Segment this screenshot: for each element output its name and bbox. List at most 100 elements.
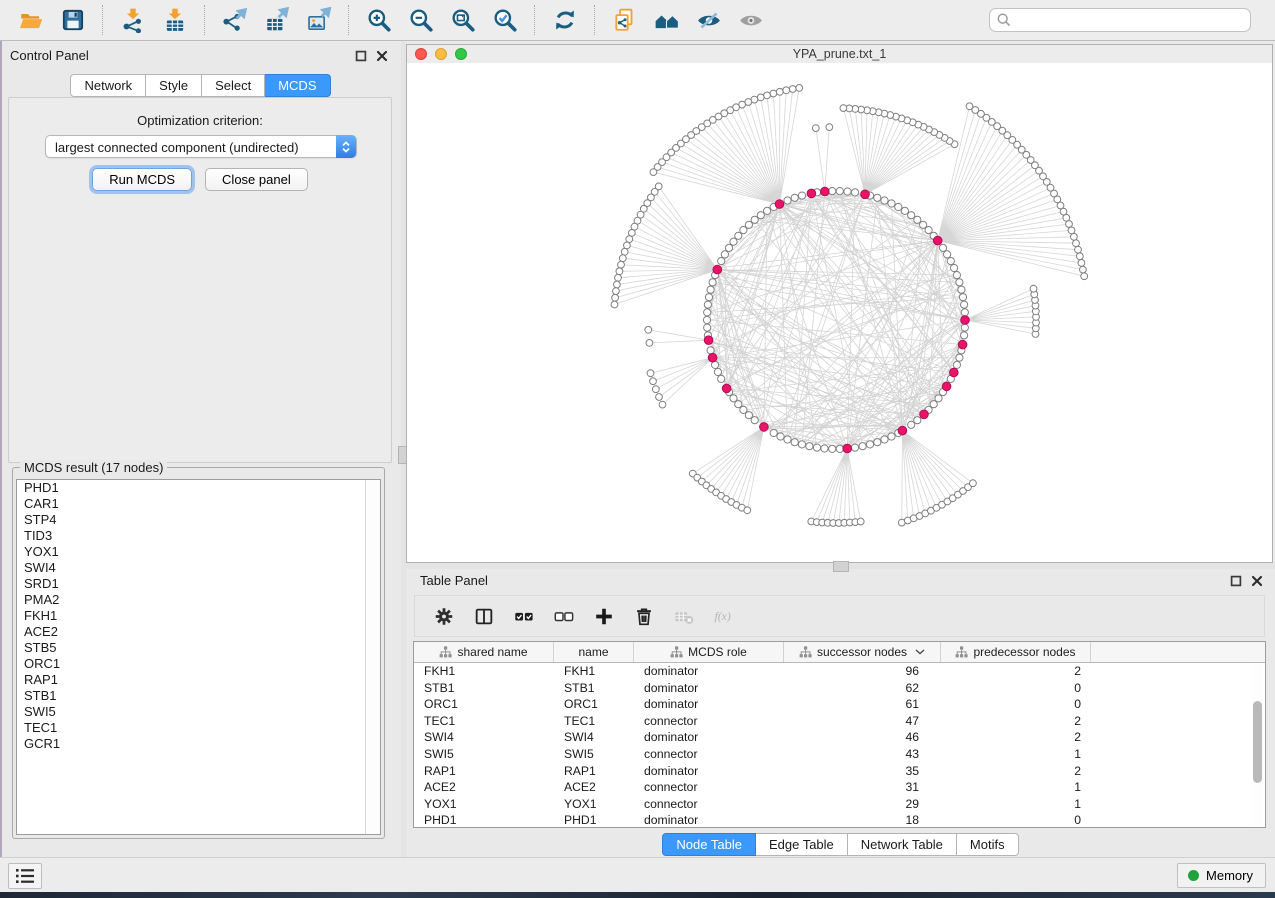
- graph-node[interactable]: [704, 324, 711, 331]
- tab-network-table[interactable]: Network Table: [848, 833, 957, 856]
- graph-node[interactable]: [829, 188, 836, 195]
- graph-node[interactable]: [618, 261, 625, 268]
- cell-successor-nodes[interactable]: 18: [784, 812, 941, 829]
- column-header-name[interactable]: name: [554, 642, 634, 662]
- cell-name[interactable]: STB1: [554, 680, 634, 697]
- graph-node[interactable]: [812, 125, 819, 132]
- graph-node[interactable]: [888, 200, 895, 207]
- graph-node[interactable]: [645, 326, 652, 333]
- graph-node[interactable]: [615, 274, 622, 281]
- table-row[interactable]: SWI5SWI5connector431: [414, 746, 1265, 763]
- graph-node[interactable]: [966, 103, 973, 110]
- graph-node[interactable]: [844, 188, 851, 195]
- graph-node[interactable]: [857, 518, 864, 525]
- graph-hub-node[interactable]: [760, 423, 769, 432]
- cell-predecessor-nodes[interactable]: 1: [941, 779, 1091, 796]
- graph-node[interactable]: [764, 207, 771, 214]
- cell-successor-nodes[interactable]: 47: [784, 713, 941, 730]
- refresh-view-button[interactable]: [545, 3, 585, 37]
- graph-node[interactable]: [1081, 273, 1088, 280]
- graph-hub-node[interactable]: [713, 265, 722, 274]
- cell-shared-name[interactable]: ACE2: [414, 779, 554, 796]
- graph-node[interactable]: [953, 272, 960, 279]
- graph-hub-node[interactable]: [898, 426, 907, 435]
- cell-name[interactable]: ORC1: [554, 696, 634, 713]
- graph-node[interactable]: [895, 203, 902, 210]
- table-row[interactable]: STB1STB1dominator620: [414, 680, 1265, 697]
- graph-node[interactable]: [944, 251, 951, 258]
- result-node[interactable]: SWI5: [17, 704, 380, 720]
- graph-hub-node[interactable]: [933, 236, 942, 245]
- graph-hub-node[interactable]: [807, 189, 816, 198]
- graph-hub-node[interactable]: [704, 336, 713, 345]
- export-network-button[interactable]: [215, 3, 255, 37]
- tab-select[interactable]: Select: [202, 74, 265, 97]
- graph-node[interactable]: [770, 429, 777, 436]
- table-row[interactable]: ORC1ORC1dominator610: [414, 696, 1265, 713]
- graph-node[interactable]: [718, 258, 725, 265]
- result-node[interactable]: ORC1: [17, 656, 380, 672]
- cell-predecessor-nodes[interactable]: 2: [941, 713, 1091, 730]
- cell-predecessor-nodes[interactable]: 0: [941, 696, 1091, 713]
- zoom-out-button[interactable]: [401, 3, 441, 37]
- graph-node[interactable]: [777, 433, 784, 440]
- graph-node[interactable]: [1068, 227, 1075, 234]
- graph-node[interactable]: [920, 221, 927, 228]
- graph-node[interactable]: [836, 445, 843, 452]
- zoom-selected-button[interactable]: [485, 3, 525, 37]
- graph-hub-node[interactable]: [775, 200, 784, 209]
- result-node[interactable]: SWI4: [17, 560, 380, 576]
- graph-node[interactable]: [961, 309, 968, 316]
- save-session-button[interactable]: [53, 3, 93, 37]
- open-file-button[interactable]: [11, 3, 51, 37]
- graph-node[interactable]: [881, 197, 888, 204]
- graph-node[interactable]: [714, 368, 721, 375]
- cell-MCDS-role[interactable]: dominator: [634, 812, 784, 829]
- table-row[interactable]: SWI4SWI4dominator462: [414, 729, 1265, 746]
- column-header-successor-nodes[interactable]: successor nodes: [784, 642, 941, 662]
- cell-MCDS-role[interactable]: connector: [634, 796, 784, 813]
- table-row[interactable]: ACE2ACE2connector311: [414, 779, 1265, 796]
- cell-predecessor-nodes[interactable]: 2: [941, 663, 1091, 680]
- cell-successor-nodes[interactable]: 61: [784, 696, 941, 713]
- tab-mcds[interactable]: MCDS: [265, 74, 330, 97]
- add-column-button[interactable]: [587, 600, 621, 632]
- table-row[interactable]: FKH1FKH1dominator962: [414, 663, 1265, 680]
- result-node[interactable]: TID3: [17, 528, 380, 544]
- graph-node[interactable]: [951, 264, 958, 271]
- panel-list-button[interactable]: [8, 863, 42, 889]
- graph-hub-node[interactable]: [708, 353, 717, 362]
- graph-node[interactable]: [725, 244, 732, 251]
- graph-node[interactable]: [650, 378, 657, 385]
- cell-successor-nodes[interactable]: 35: [784, 763, 941, 780]
- search-box[interactable]: [989, 8, 1251, 32]
- cell-MCDS-role[interactable]: connector: [634, 713, 784, 730]
- zoom-fit-button[interactable]: [443, 3, 483, 37]
- import-table-button[interactable]: [155, 3, 195, 37]
- graph-node[interactable]: [791, 194, 798, 201]
- graph-node[interactable]: [874, 194, 881, 201]
- graph-hub-node[interactable]: [942, 382, 951, 391]
- result-node[interactable]: STP4: [17, 512, 380, 528]
- result-node[interactable]: CAR1: [17, 496, 380, 512]
- memory-button[interactable]: Memory: [1177, 863, 1266, 888]
- cell-MCDS-role[interactable]: connector: [634, 779, 784, 796]
- network-graph[interactable]: [407, 63, 1272, 562]
- duplicate-network-button[interactable]: [605, 3, 645, 37]
- graph-node[interactable]: [614, 281, 621, 288]
- table-float-icon[interactable]: [1230, 575, 1242, 587]
- graph-node[interactable]: [908, 212, 915, 219]
- cell-predecessor-nodes[interactable]: 2: [941, 729, 1091, 746]
- result-node[interactable]: FKH1: [17, 608, 380, 624]
- graph-node[interactable]: [751, 417, 758, 424]
- graph-node[interactable]: [806, 443, 813, 450]
- graph-node[interactable]: [959, 294, 966, 301]
- graph-node[interactable]: [757, 212, 764, 219]
- graph-node[interactable]: [961, 301, 968, 308]
- graph-node[interactable]: [707, 286, 714, 293]
- cell-shared-name[interactable]: YOX1: [414, 796, 554, 813]
- graph-node[interactable]: [953, 361, 960, 368]
- graph-node[interactable]: [881, 436, 888, 443]
- cell-name[interactable]: FKH1: [554, 663, 634, 680]
- graph-node[interactable]: [1071, 233, 1078, 240]
